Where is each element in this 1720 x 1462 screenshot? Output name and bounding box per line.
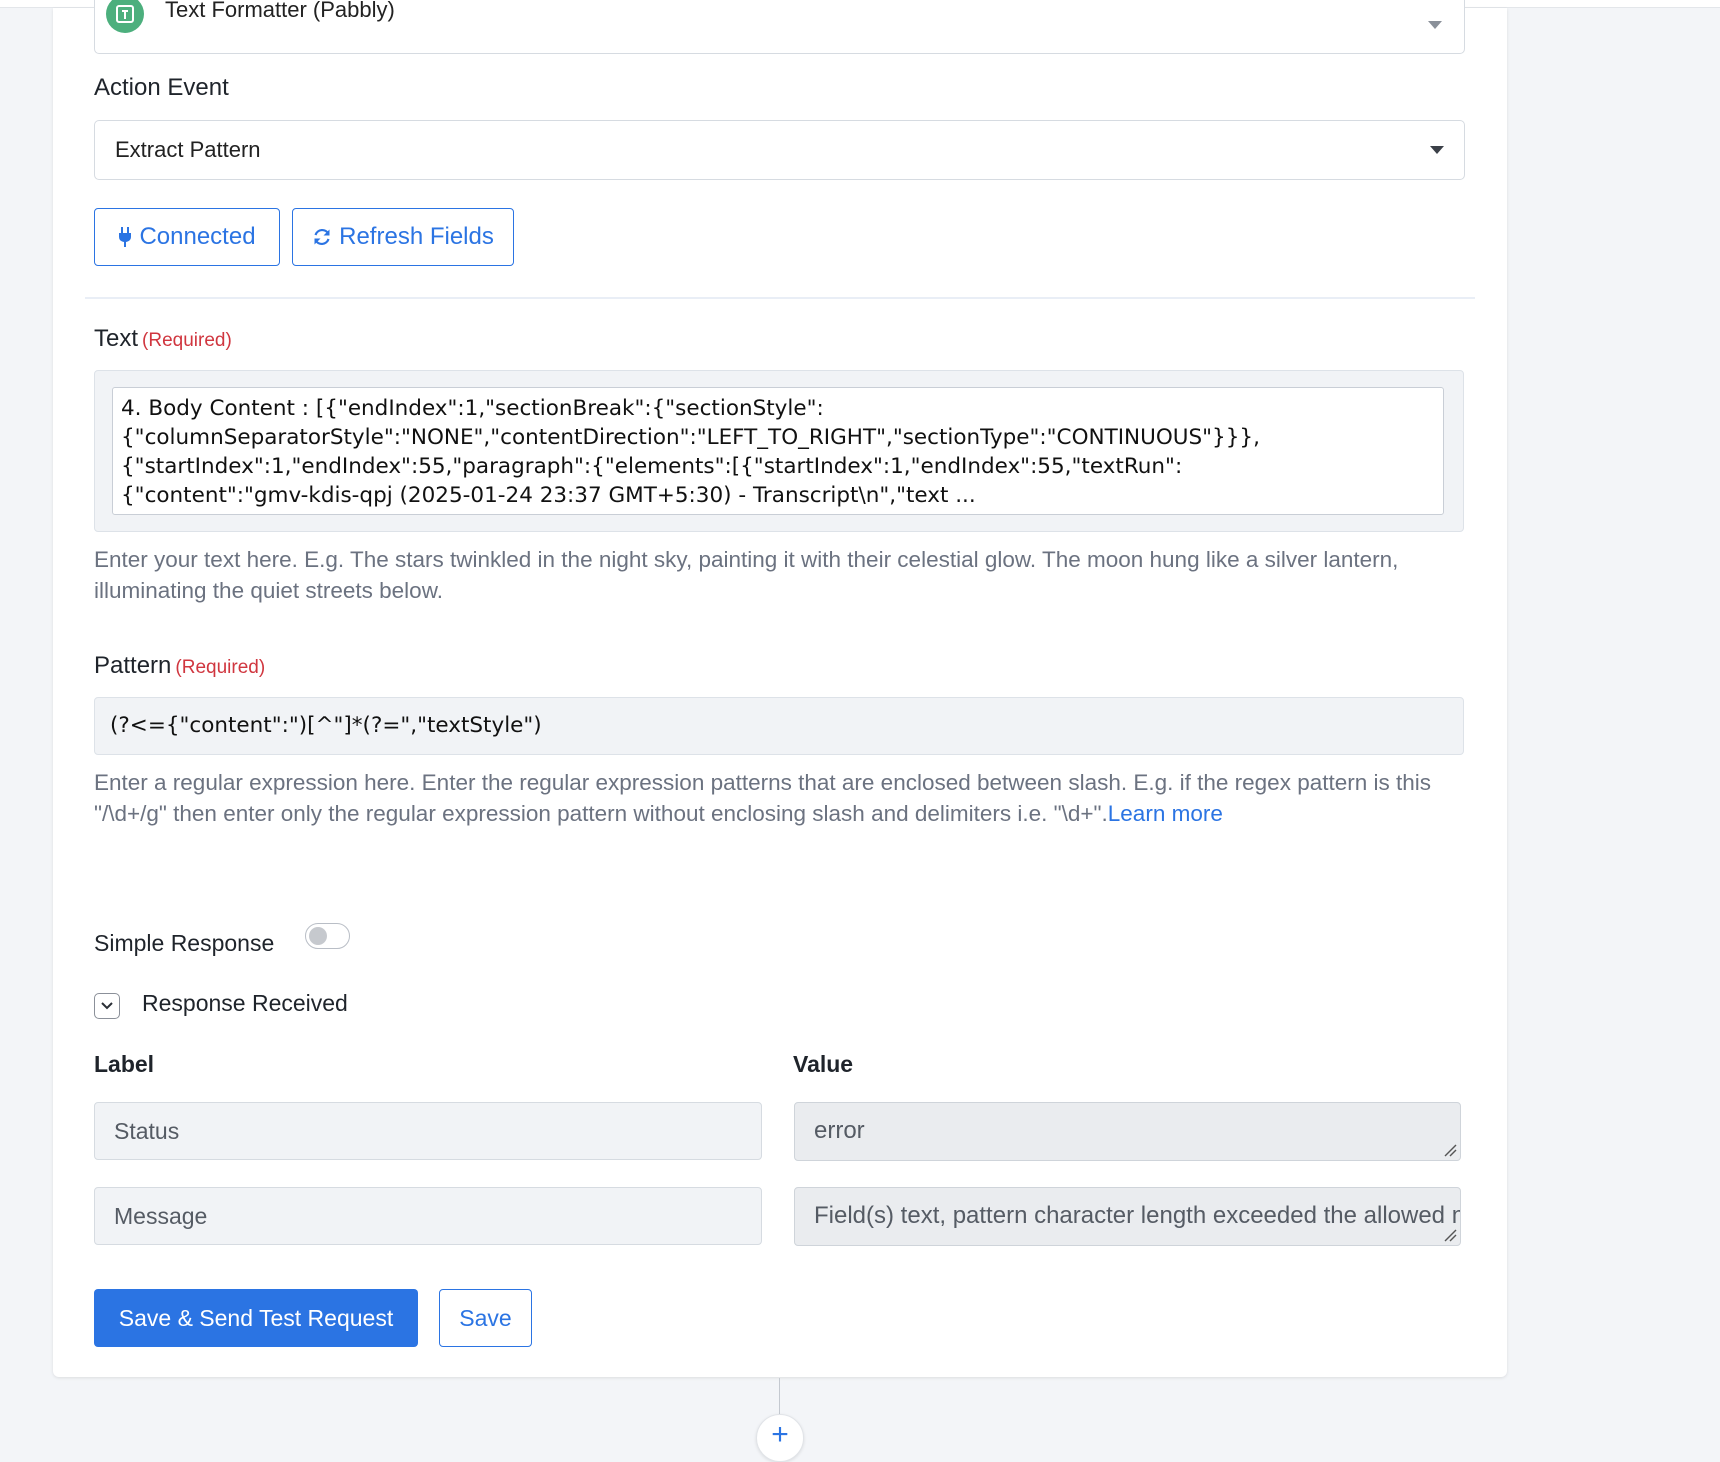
- pattern-input[interactable]: (?<={"content":")[^"]*(?=","textStyle"): [94, 697, 1464, 755]
- app-select-value: Text Formatter (Pabbly): [165, 0, 395, 22]
- text-input[interactable]: 4. Body Content : [{"endIndex":1,"sectio…: [112, 387, 1444, 515]
- action-step-card: Text Formatter (Pabbly) Action Event Ext…: [53, 0, 1507, 1377]
- text-input-line: {"content":"gmv-kdis-qpj (2025-01-24 23:…: [121, 483, 976, 508]
- pattern-field-label: Pattern (Required): [94, 652, 265, 680]
- label-column-header: Label: [94, 1051, 155, 1077]
- refresh-icon: [314, 228, 330, 246]
- add-step-button[interactable]: +: [756, 1414, 804, 1462]
- text-formatter-app-icon: [106, 0, 144, 33]
- learn-more-link[interactable]: Learn more: [1108, 801, 1223, 826]
- pattern-help-text: Enter a regular expression here. Enter t…: [94, 770, 1432, 826]
- text-input-line: 4. Body Content : [{"endIndex":1,"sectio…: [121, 396, 824, 421]
- save-label: Save: [459, 1304, 512, 1331]
- app-select[interactable]: Text Formatter (Pabbly): [94, 0, 1465, 54]
- simple-response-label: Simple Response: [94, 930, 275, 956]
- chevron-down-icon: [1430, 146, 1444, 154]
- chevron-down-icon: [1428, 21, 1442, 29]
- response-value-textarea[interactable]: Field(s) text, pattern character length …: [794, 1187, 1461, 1246]
- response-received-label: Response Received: [142, 990, 348, 1016]
- response-value-text: error: [814, 1117, 865, 1144]
- text-input-line: {"startIndex":1,"endIndex":55,"paragraph…: [121, 454, 1183, 479]
- collapse-toggle-button[interactable]: [94, 993, 120, 1019]
- response-label-input[interactable]: Message: [94, 1187, 762, 1245]
- plus-icon: +: [771, 1418, 789, 1451]
- save-and-send-test-request-button[interactable]: Save & Send Test Request: [94, 1289, 418, 1347]
- text-field-help: Enter your text here. E.g. The stars twi…: [94, 547, 1399, 603]
- chevron-down-icon: [101, 1002, 113, 1010]
- resize-handle-icon[interactable]: [1443, 1228, 1457, 1242]
- connected-button[interactable]: Connected: [94, 208, 280, 266]
- save-button[interactable]: Save: [439, 1289, 532, 1347]
- refresh-fields-button[interactable]: Refresh Fields: [292, 208, 514, 266]
- pattern-field-help: Enter a regular expression here. Enter t…: [94, 767, 1504, 829]
- action-event-select[interactable]: Extract Pattern: [94, 120, 1465, 180]
- text-input-line: {"columnSeparatorStyle":"NONE","contentD…: [121, 425, 1260, 450]
- pattern-label: Pattern: [94, 652, 172, 679]
- action-event-value: Extract Pattern: [115, 137, 261, 162]
- required-tag: (Required): [175, 657, 266, 678]
- plug-icon: [119, 227, 132, 247]
- response-value-text: Field(s) text, pattern character length …: [814, 1202, 1460, 1229]
- refresh-fields-label: Refresh Fields: [339, 223, 494, 250]
- response-value-textarea[interactable]: error: [794, 1102, 1461, 1161]
- toggle-knob: [309, 927, 327, 945]
- section-divider: [85, 297, 1475, 299]
- action-event-label: Action Event: [94, 74, 229, 101]
- connected-label: Connected: [139, 223, 256, 250]
- simple-response-toggle[interactable]: [305, 923, 350, 949]
- text-field-container: 4. Body Content : [{"endIndex":1,"sectio…: [94, 370, 1464, 532]
- text-label: Text: [94, 325, 139, 352]
- value-column-header: Value: [793, 1051, 854, 1077]
- text-field-label: Text (Required): [94, 325, 232, 353]
- response-label-input[interactable]: Status: [94, 1102, 762, 1160]
- required-tag: (Required): [142, 330, 232, 351]
- resize-handle-icon[interactable]: [1443, 1143, 1457, 1157]
